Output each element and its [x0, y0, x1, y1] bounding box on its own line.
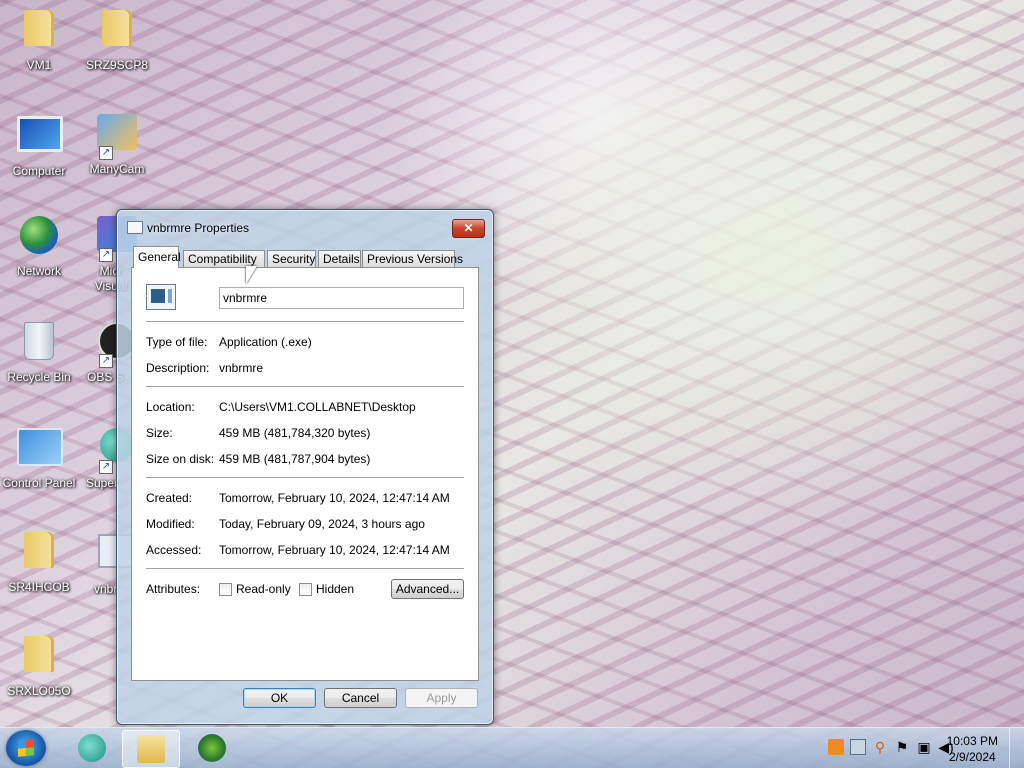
desktop-icon-recycle-bin[interactable]: Recycle Bin [0, 318, 78, 385]
clock-time: 10:03 PM [946, 734, 998, 748]
app-icon [78, 734, 106, 762]
flag-icon[interactable]: ⚑ [894, 739, 910, 755]
separator [146, 568, 464, 570]
checkbox-box[interactable] [219, 582, 232, 596]
size-on-disk-label: Size on disk: [146, 452, 215, 466]
size-value: 459 MB (481,784,320 bytes) [219, 426, 371, 440]
advanced-button[interactable]: Advanced... [391, 579, 464, 599]
hidden-checkbox[interactable]: Hidden [299, 582, 354, 596]
window-icon [127, 221, 143, 234]
desktop-icon-vm1[interactable]: VM1 [0, 6, 78, 73]
media-player-icon [198, 734, 226, 762]
tab-compatibility[interactable]: Compatibility [183, 250, 265, 267]
properties-dialog: vnbrmre Properties ✕ General Compatibili… [116, 209, 494, 725]
tab-general[interactable]: General [133, 246, 181, 268]
close-button[interactable]: ✕ [452, 219, 485, 238]
clock-date: 2/9/2024 [948, 750, 996, 764]
show-desktop-button[interactable] [1009, 728, 1024, 768]
shortcut-arrow-icon: ↗ [99, 146, 113, 160]
general-panel: Type of file: Application (.exe) Descrip… [131, 267, 479, 681]
clock[interactable]: 10:03 PM 2/9/2024 [947, 733, 998, 765]
manycam-icon: ↗ [95, 114, 139, 160]
network-icon[interactable]: ▣ [916, 739, 932, 755]
readonly-label: Read-only [236, 582, 291, 596]
desktop-icon-label: SRXLO05O [7, 684, 71, 698]
dialog-title: vnbrmre Properties [147, 221, 250, 235]
separator [146, 477, 464, 479]
folder-icon [17, 636, 61, 680]
description-value: vnbrmre [219, 361, 264, 375]
taskbar-app-button[interactable] [64, 730, 120, 766]
desktop-icon-computer[interactable]: Computer [0, 112, 78, 179]
desktop-icon-label: VM1 [26, 58, 52, 72]
created-label: Created: [146, 491, 193, 505]
exe-file-icon [146, 284, 176, 310]
location-value: C:\Users\VM1.COLLABNET\Desktop [219, 400, 416, 414]
tab-previous-versions[interactable]: Previous Versions [362, 250, 463, 267]
folder-icon [17, 532, 61, 576]
folder-icon [95, 10, 139, 54]
type-value: Application (.exe) [219, 335, 312, 349]
desktop-icon-srz9scp8[interactable]: SRZ9SCP8 [78, 6, 156, 73]
attributes-row: Attributes: Read-only Hidden Advanced... [146, 579, 464, 604]
title-bar[interactable]: vnbrmre Properties ✕ [117, 210, 493, 242]
desktop-icon-label: ManyCam [89, 162, 145, 176]
system-tray: ⚲ ⚑ ▣ ◀) [828, 739, 954, 755]
desktop-icon-control-panel[interactable]: Control Panel [0, 424, 78, 491]
desktop-icon-manycam[interactable]: ↗ ManyCam [78, 112, 156, 177]
shortcut-arrow-icon: ↗ [99, 248, 113, 262]
cancel-button[interactable]: Cancel [324, 688, 397, 708]
desktop-icon-label: Network [16, 264, 61, 278]
ok-button[interactable]: OK [243, 688, 316, 708]
user-folder-icon [17, 10, 61, 54]
created-value: Tomorrow, February 10, 2024, 12:47:14 AM [219, 491, 450, 505]
search-icon[interactable]: ⚲ [872, 739, 888, 755]
tab-details[interactable]: Details [318, 250, 361, 267]
size-on-disk-value: 459 MB (481,787,904 bytes) [219, 452, 371, 466]
taskbar: ⚲ ⚑ ▣ ◀) 10:03 PM 2/9/2024 [0, 727, 1024, 768]
computer-icon [17, 116, 63, 160]
accessed-value: Tomorrow, February 10, 2024, 12:47:14 AM [219, 543, 450, 557]
recycle-bin-icon [17, 322, 61, 366]
desktop-icon-srxlo05o[interactable]: SRXLO05O [0, 632, 78, 699]
shortcut-arrow-icon: ↗ [99, 354, 113, 368]
mouse-cursor [246, 266, 257, 284]
modified-label: Modified: [146, 517, 195, 531]
desktop-icon-label: Control Panel [2, 476, 76, 490]
desktop-icon-label: SR4IHCOB [8, 580, 70, 594]
accessed-label: Accessed: [146, 543, 202, 557]
modified-value: Today, February 09, 2024, 3 hours ago [219, 517, 425, 531]
desktop-icon-label: Recycle Bin [7, 370, 71, 384]
desktop-icon-label: Computer [12, 164, 66, 178]
desktop-icon-label: SRZ9SCP8 [85, 58, 149, 72]
desktop-icon-network[interactable]: Network [0, 214, 78, 279]
checkbox-box[interactable] [299, 582, 312, 596]
file-name-input[interactable] [219, 287, 464, 309]
location-label: Location: [146, 400, 195, 414]
desktop-icon-sr4ihcob[interactable]: SR4IHCOB [0, 528, 78, 595]
type-label: Type of file: [146, 335, 208, 349]
hidden-label: Hidden [316, 582, 355, 596]
tab-security[interactable]: Security [267, 250, 316, 267]
explorer-icon [137, 735, 165, 763]
shortcut-arrow-icon: ↗ [99, 460, 113, 474]
apply-button[interactable]: Apply [405, 688, 478, 708]
network-icon [17, 216, 61, 260]
network-share-icon[interactable] [850, 739, 866, 755]
attributes-label: Attributes: [146, 582, 201, 596]
readonly-checkbox[interactable]: Read-only [219, 582, 291, 596]
description-label: Description: [146, 361, 210, 375]
separator [146, 321, 464, 323]
control-panel-icon [17, 428, 63, 472]
taskbar-explorer-button[interactable] [122, 730, 180, 768]
separator [146, 386, 464, 388]
alert-icon[interactable] [828, 739, 844, 755]
size-label: Size: [146, 426, 173, 440]
taskbar-media-player-button[interactable] [184, 730, 240, 766]
start-button[interactable] [6, 730, 46, 766]
